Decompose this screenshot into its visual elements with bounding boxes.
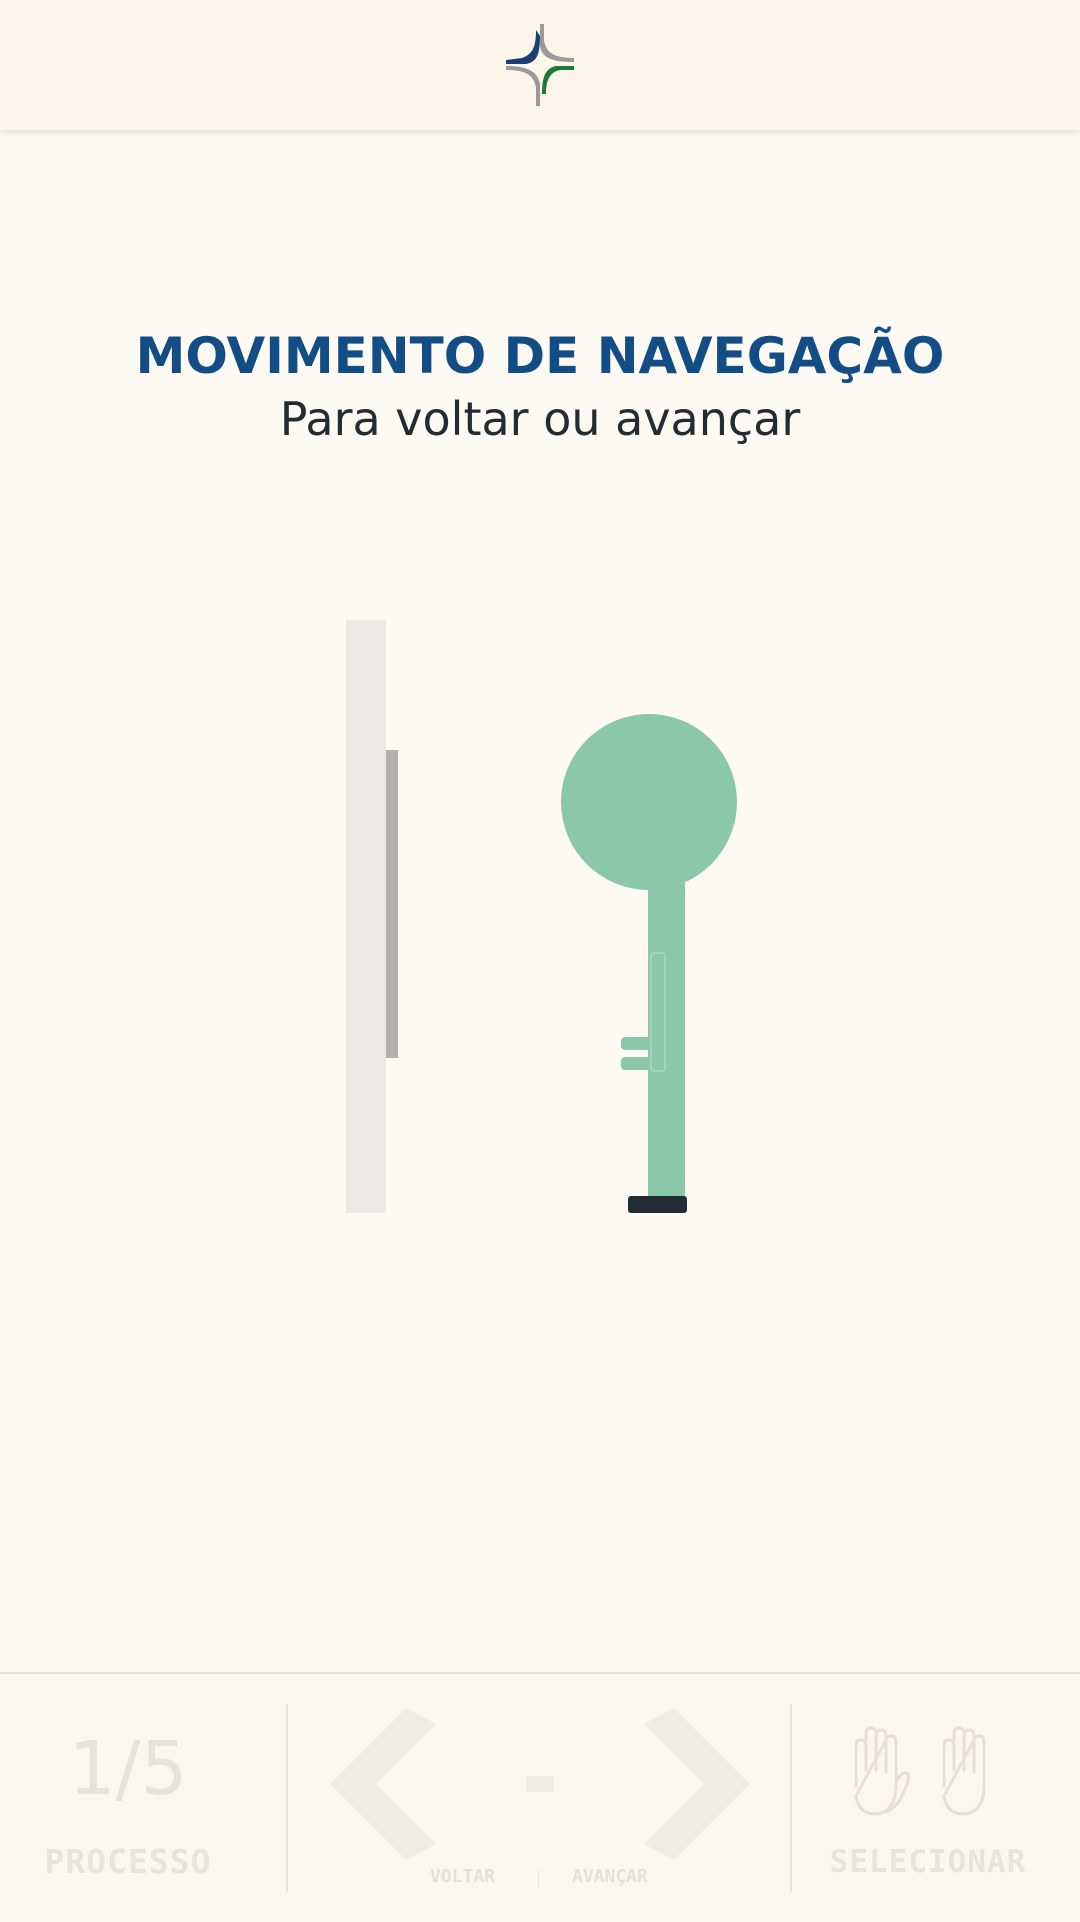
app-header bbox=[0, 0, 1080, 130]
footer-controls: 1/5 PROCESSO VOLTAR AVANÇAR SELECIONAR bbox=[0, 1672, 1080, 1922]
footer-divider bbox=[790, 1704, 792, 1892]
select-label: SELECIONAR bbox=[829, 1844, 1027, 1880]
institution-logo-icon bbox=[506, 24, 574, 106]
progress-count: 1/5 bbox=[68, 1726, 188, 1812]
progress-label: PROCESSO bbox=[44, 1842, 212, 1881]
open-hand-right-icon[interactable] bbox=[942, 1726, 986, 1816]
select-hands-graphic bbox=[854, 1726, 986, 1816]
page-subtitle: Para voltar ou avançar bbox=[279, 392, 801, 446]
nav-label-divider bbox=[538, 1870, 539, 1888]
chevron-right-icon[interactable] bbox=[644, 1708, 750, 1860]
nav-separator-icon bbox=[526, 1776, 554, 1792]
footer-divider bbox=[286, 1704, 288, 1892]
open-hand-left-icon[interactable] bbox=[854, 1726, 910, 1816]
chevron-left-icon[interactable] bbox=[330, 1708, 436, 1860]
back-label: VOLTAR bbox=[430, 1866, 496, 1887]
navigation-graphic bbox=[330, 1708, 750, 1860]
gesture-illustration bbox=[346, 620, 737, 1213]
forward-label: AVANÇAR bbox=[572, 1866, 648, 1887]
hand-pointer-icon bbox=[561, 714, 737, 1213]
sensor-panel-icon bbox=[346, 620, 398, 1213]
page-title: MOVIMENTO DE NAVEGAÇÃO bbox=[135, 327, 945, 385]
instruction-heading: MOVIMENTO DE NAVEGAÇÃO Para voltar ou av… bbox=[0, 318, 1080, 444]
